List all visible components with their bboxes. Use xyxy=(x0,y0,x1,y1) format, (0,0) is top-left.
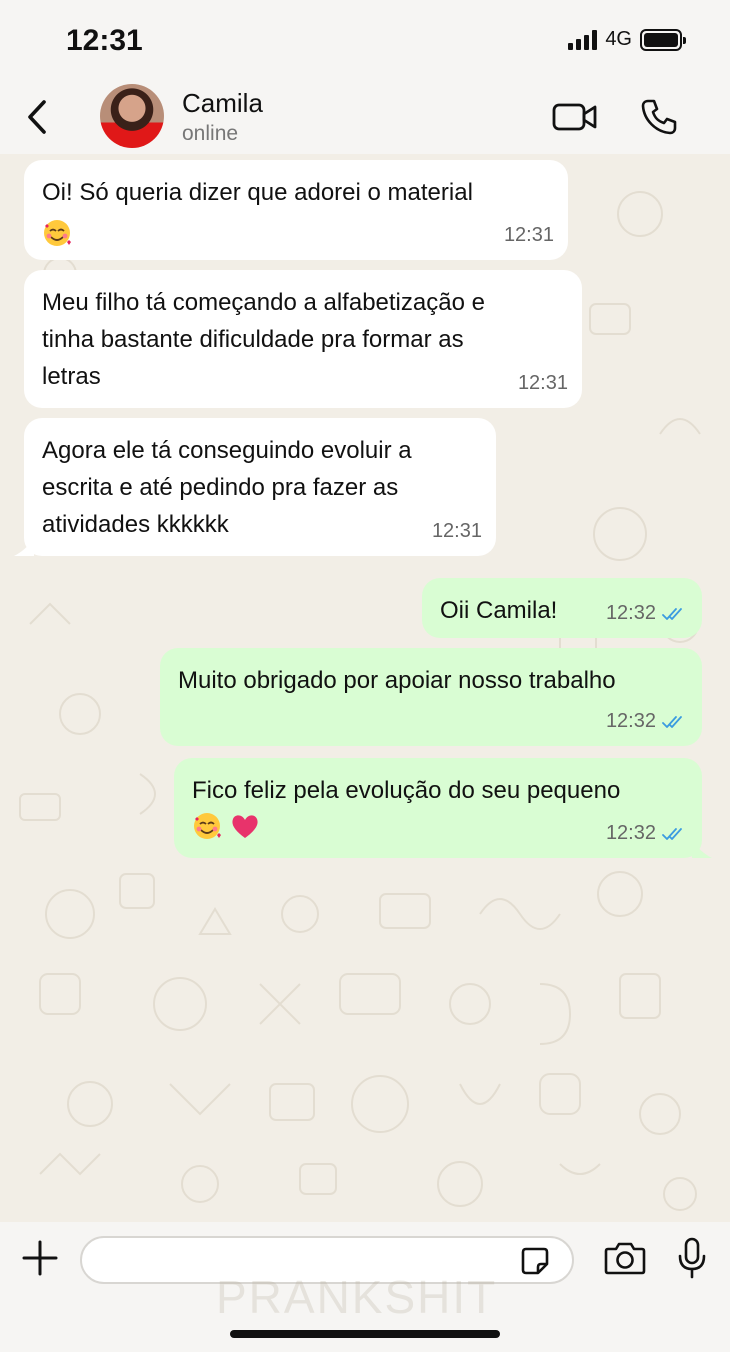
composer-bar: PRANKSHIT xyxy=(0,1222,730,1352)
video-call-icon[interactable] xyxy=(552,102,598,132)
smiling-face-with-hearts-icon xyxy=(194,813,221,839)
message-time: 12:31 xyxy=(503,224,554,246)
message-bubble-incoming[interactable]: Meu filho tá começando a alfabetização e… xyxy=(24,270,582,408)
message-time: 12:32 xyxy=(605,822,656,844)
heart-icon xyxy=(232,815,258,838)
message-text: Fico feliz pela evolução do seu pequeno xyxy=(192,777,621,804)
message-emoji-row xyxy=(42,213,550,246)
status-indicators: 4G xyxy=(568,28,686,51)
phone-call-icon[interactable] xyxy=(640,98,678,136)
back-arrow-icon[interactable] xyxy=(22,98,52,136)
message-bubble-outgoing[interactable]: Oii Camila! 12:32 xyxy=(422,578,702,638)
battery-icon xyxy=(640,28,686,51)
microphone-icon[interactable] xyxy=(676,1236,708,1280)
avatar[interactable] xyxy=(100,84,164,148)
home-indicator[interactable] xyxy=(230,1330,500,1338)
read-ticks-icon xyxy=(662,715,682,728)
bubble-tail xyxy=(14,538,34,556)
signal-icon xyxy=(568,29,598,50)
message-meta: 12:31 xyxy=(432,513,482,550)
message-text: Agora ele tá conseguindo evoluir a escri… xyxy=(42,437,412,538)
status-bar: 12:31 4G xyxy=(0,0,730,80)
message-text: Meu filho tá começando a alfabetização e… xyxy=(42,289,485,390)
message-bubble-outgoing[interactable]: Fico feliz pela evolução do seu pequeno … xyxy=(174,758,712,858)
contact-name[interactable]: Camila xyxy=(182,88,263,119)
message-meta: 12:31 xyxy=(518,365,568,402)
message-meta: 12:31 xyxy=(504,217,554,254)
message-time: 12:31 xyxy=(431,520,482,542)
read-ticks-icon xyxy=(662,827,682,840)
message-meta: 12:32 xyxy=(606,595,688,632)
message-bubble-outgoing[interactable]: Muito obrigado por apoiar nosso trabalho… xyxy=(160,648,702,746)
message-meta: 12:32 xyxy=(606,815,688,852)
message-text: Muito obrigado por apoiar nosso trabalho xyxy=(178,667,616,694)
network-label: 4G xyxy=(605,28,632,50)
smiling-face-with-hearts-icon xyxy=(44,219,71,246)
message-time: 12:32 xyxy=(605,602,656,624)
watermark-text: PRANKSHIT xyxy=(216,1271,498,1323)
plus-icon[interactable] xyxy=(20,1238,60,1278)
message-time: 12:31 xyxy=(517,372,568,394)
bubble-tail xyxy=(692,840,712,858)
message-meta: 12:32 xyxy=(606,703,688,740)
read-ticks-icon xyxy=(662,607,682,620)
chat-header: Camila online xyxy=(0,80,730,154)
contact-status: online xyxy=(182,122,239,145)
status-time: 12:31 xyxy=(66,24,143,57)
camera-icon[interactable] xyxy=(604,1240,646,1276)
message-bubble-incoming[interactable]: Oi! Só queria dizer que adorei o materia… xyxy=(24,160,568,260)
chat-area[interactable]: PRANKSHIT Oi! Só queria dizer que adorei… xyxy=(0,154,730,1222)
message-time: 12:32 xyxy=(605,710,656,732)
message-bubble-incoming[interactable]: Agora ele tá conseguindo evoluir a escri… xyxy=(14,418,496,556)
message-text: Oi! Só queria dizer que adorei o materia… xyxy=(42,179,473,206)
sticker-icon[interactable] xyxy=(520,1246,550,1276)
